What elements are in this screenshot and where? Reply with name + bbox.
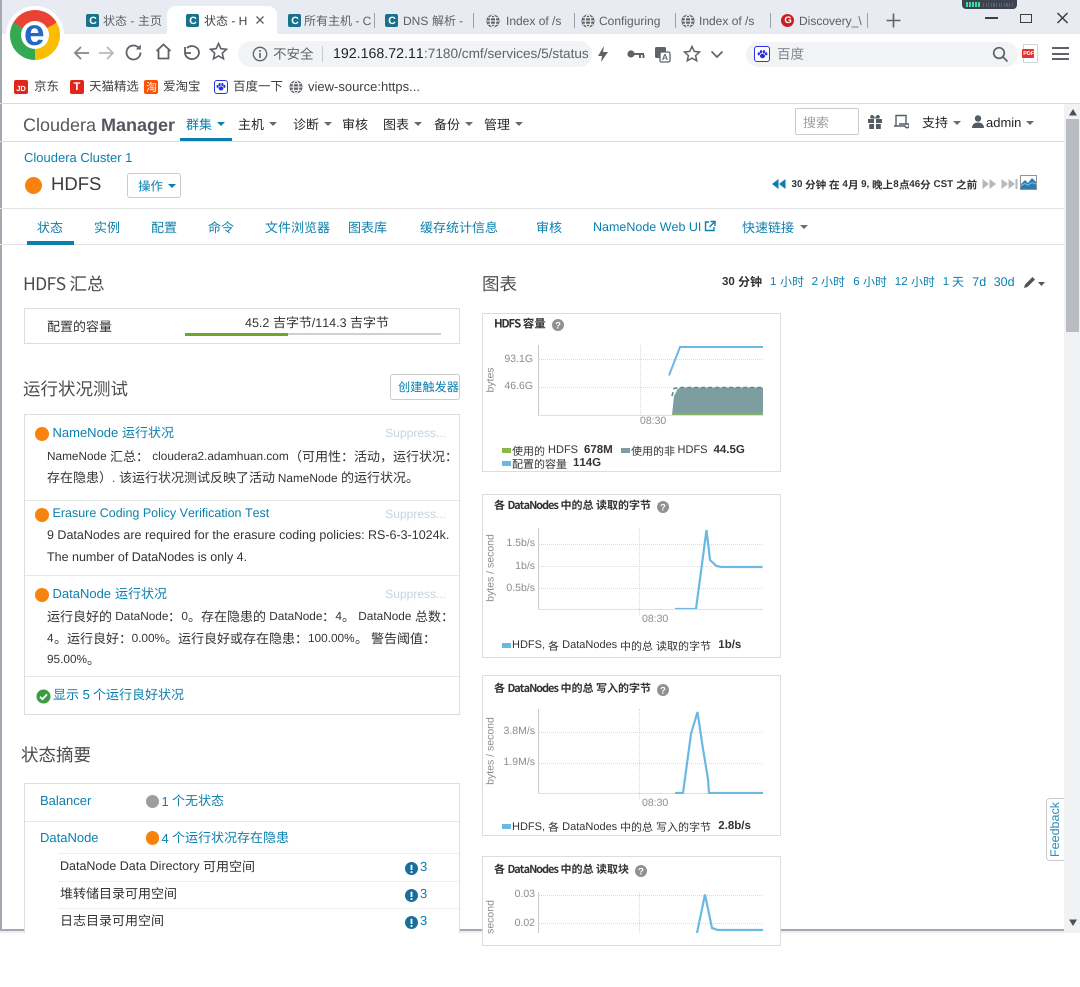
svg-text:?: ? [660,685,666,696]
svg-text:bytes / second: bytes / second [485,534,497,602]
svg-text:Feedback: Feedback [1048,801,1062,857]
svg-text:?: ? [638,866,644,877]
svg-text:A: A [662,52,668,62]
svg-text:?: ? [660,502,666,513]
svg-text:bytes: bytes [485,367,497,392]
svg-text:second: second [485,900,497,934]
svg-text:?: ? [555,320,561,331]
svg-text:bytes / second: bytes / second [485,717,497,785]
